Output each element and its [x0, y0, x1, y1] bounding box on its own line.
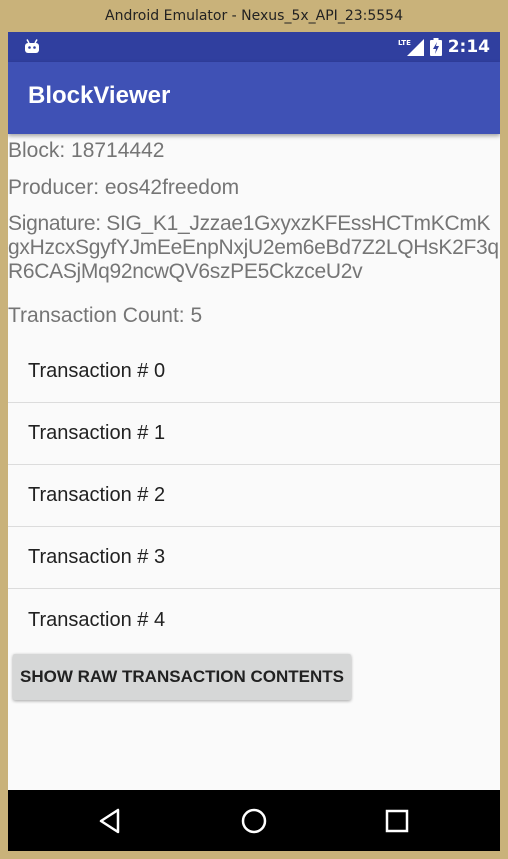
lte-label: LTE [398, 39, 411, 47]
nav-back-icon[interactable] [94, 804, 128, 838]
android-debug-icon [25, 39, 39, 53]
transaction-list-item[interactable]: Transaction # 1 [8, 403, 500, 465]
emulator-window-title: Android Emulator - Nexus_5x_API_23:5554 [105, 8, 403, 24]
navigation-bar [8, 790, 500, 851]
lte-signal-icon: LTE [398, 39, 424, 56]
show-raw-transaction-button[interactable]: SHOW RAW TRANSACTION CONTENTS [13, 654, 351, 700]
battery-charging-icon [429, 38, 442, 56]
transaction-list-item[interactable]: Transaction # 4 [8, 589, 500, 651]
nav-home-icon[interactable] [237, 804, 271, 838]
producer-label: Producer: eos42freedom [8, 176, 240, 199]
transaction-count-label: Transaction Count: 5 [8, 304, 203, 327]
transaction-list-item[interactable]: Transaction # 2 [8, 465, 500, 527]
transaction-list: Transaction # 0 Transaction # 1 Transact… [8, 341, 500, 651]
status-bar: LTE 2:14 [8, 32, 500, 62]
app-bar: BlockViewer [8, 62, 500, 134]
device-screen: LTE 2:14 BlockViewer Block: 18714442 Pro… [8, 32, 500, 851]
status-icons: LTE 2:14 [398, 32, 490, 62]
block-details: Block: 18714442 Producer: eos42freedom S… [8, 134, 500, 790]
nav-recents-icon[interactable] [380, 804, 414, 838]
block-number-label: Block: 18714442 [8, 139, 165, 162]
status-time: 2:14 [447, 37, 490, 57]
transaction-list-item[interactable]: Transaction # 3 [8, 527, 500, 589]
signature-label: Signature: SIG_K1_Jzzae1GxyxzKFEssHCTmKC… [8, 212, 499, 283]
transaction-list-item[interactable]: Transaction # 0 [8, 341, 500, 403]
app-title: BlockViewer [28, 82, 171, 109]
